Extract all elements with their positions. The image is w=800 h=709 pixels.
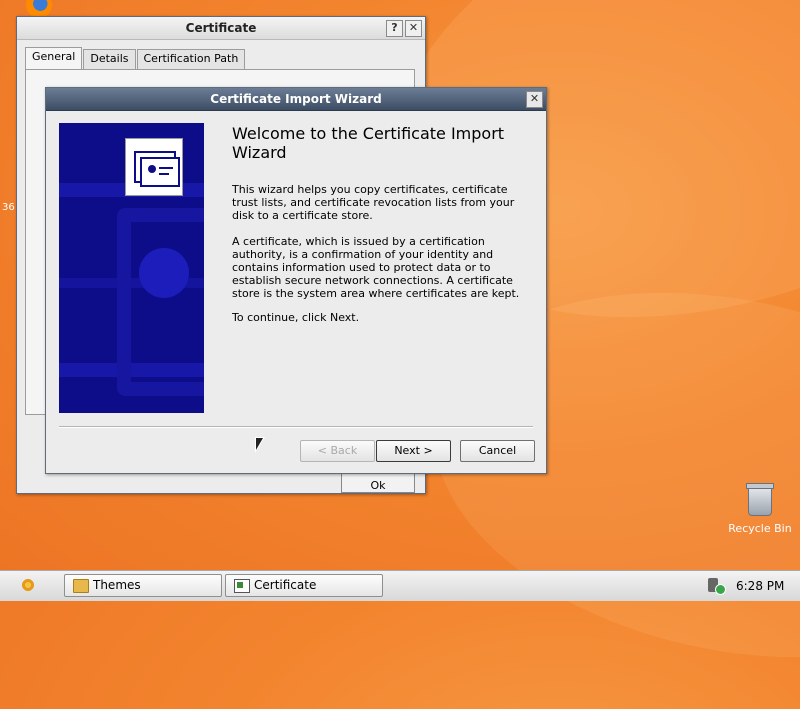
certificate-line bbox=[159, 173, 169, 175]
wizard-titlebar[interactable]: Certificate Import Wizard ✕ bbox=[46, 88, 546, 111]
certificate-icon bbox=[125, 138, 183, 196]
status-ok-icon bbox=[715, 584, 726, 595]
recycle-bin-label: Recycle Bin bbox=[728, 522, 792, 535]
import-wizard-window: Certificate Import Wizard ✕ Welcome to t… bbox=[45, 87, 547, 474]
certificate-card-front bbox=[140, 157, 180, 187]
recycle-bin-icon bbox=[746, 483, 774, 516]
back-button[interactable]: < Back bbox=[300, 440, 375, 462]
taskbar-item-themes[interactable]: Themes bbox=[64, 574, 222, 597]
wizard-intro-text: This wizard helps you copy certificates,… bbox=[232, 183, 515, 222]
wizard-window-title: Certificate Import Wizard bbox=[210, 92, 382, 106]
taskbar-item-label: Certificate bbox=[254, 578, 317, 592]
taskbar: Themes Certificate 6:28 PM bbox=[0, 570, 800, 601]
help-button[interactable]: ? bbox=[386, 20, 403, 37]
certificate-line bbox=[159, 167, 173, 169]
tab-details[interactable]: Details bbox=[83, 49, 136, 69]
recycle-bin[interactable]: Recycle Bin bbox=[722, 483, 798, 535]
ok-button[interactable]: Ok bbox=[341, 473, 415, 493]
wizard-continue-text: To continue, click Next. bbox=[232, 311, 360, 324]
tab-general[interactable]: General bbox=[25, 47, 83, 69]
taskbar-item-certificate[interactable]: Certificate bbox=[225, 574, 383, 597]
desktop-partial-label: 36 bbox=[2, 202, 15, 213]
clock[interactable]: 6:28 PM bbox=[736, 571, 784, 601]
wizard-heading: Welcome to the Certificate Import Wizard bbox=[232, 124, 505, 162]
start-menu-icon[interactable] bbox=[18, 576, 40, 596]
banner-frame bbox=[117, 208, 204, 396]
wizard-banner-image bbox=[59, 123, 204, 413]
certificate-seal bbox=[148, 165, 156, 173]
banner-orb bbox=[139, 248, 189, 298]
taskbar-item-label: Themes bbox=[93, 578, 141, 592]
next-button[interactable]: Next > bbox=[376, 440, 451, 462]
certificate-close-button[interactable]: ✕ bbox=[405, 20, 422, 37]
folder-icon bbox=[73, 579, 89, 593]
certificate-window-title: Certificate bbox=[185, 21, 257, 35]
wizard-description-text: A certificate, which is issued by a cert… bbox=[232, 235, 520, 300]
certificate-icon bbox=[234, 579, 250, 593]
certificate-tabs: General Details Certification Path bbox=[25, 47, 246, 69]
mouse-pointer-icon bbox=[255, 437, 265, 453]
tab-certification-path[interactable]: Certification Path bbox=[136, 49, 246, 69]
wizard-separator bbox=[59, 426, 533, 428]
cancel-button[interactable]: Cancel bbox=[460, 440, 535, 462]
wizard-close-button[interactable]: ✕ bbox=[526, 91, 543, 108]
certificate-titlebar[interactable]: Certificate ? ✕ bbox=[17, 17, 425, 40]
